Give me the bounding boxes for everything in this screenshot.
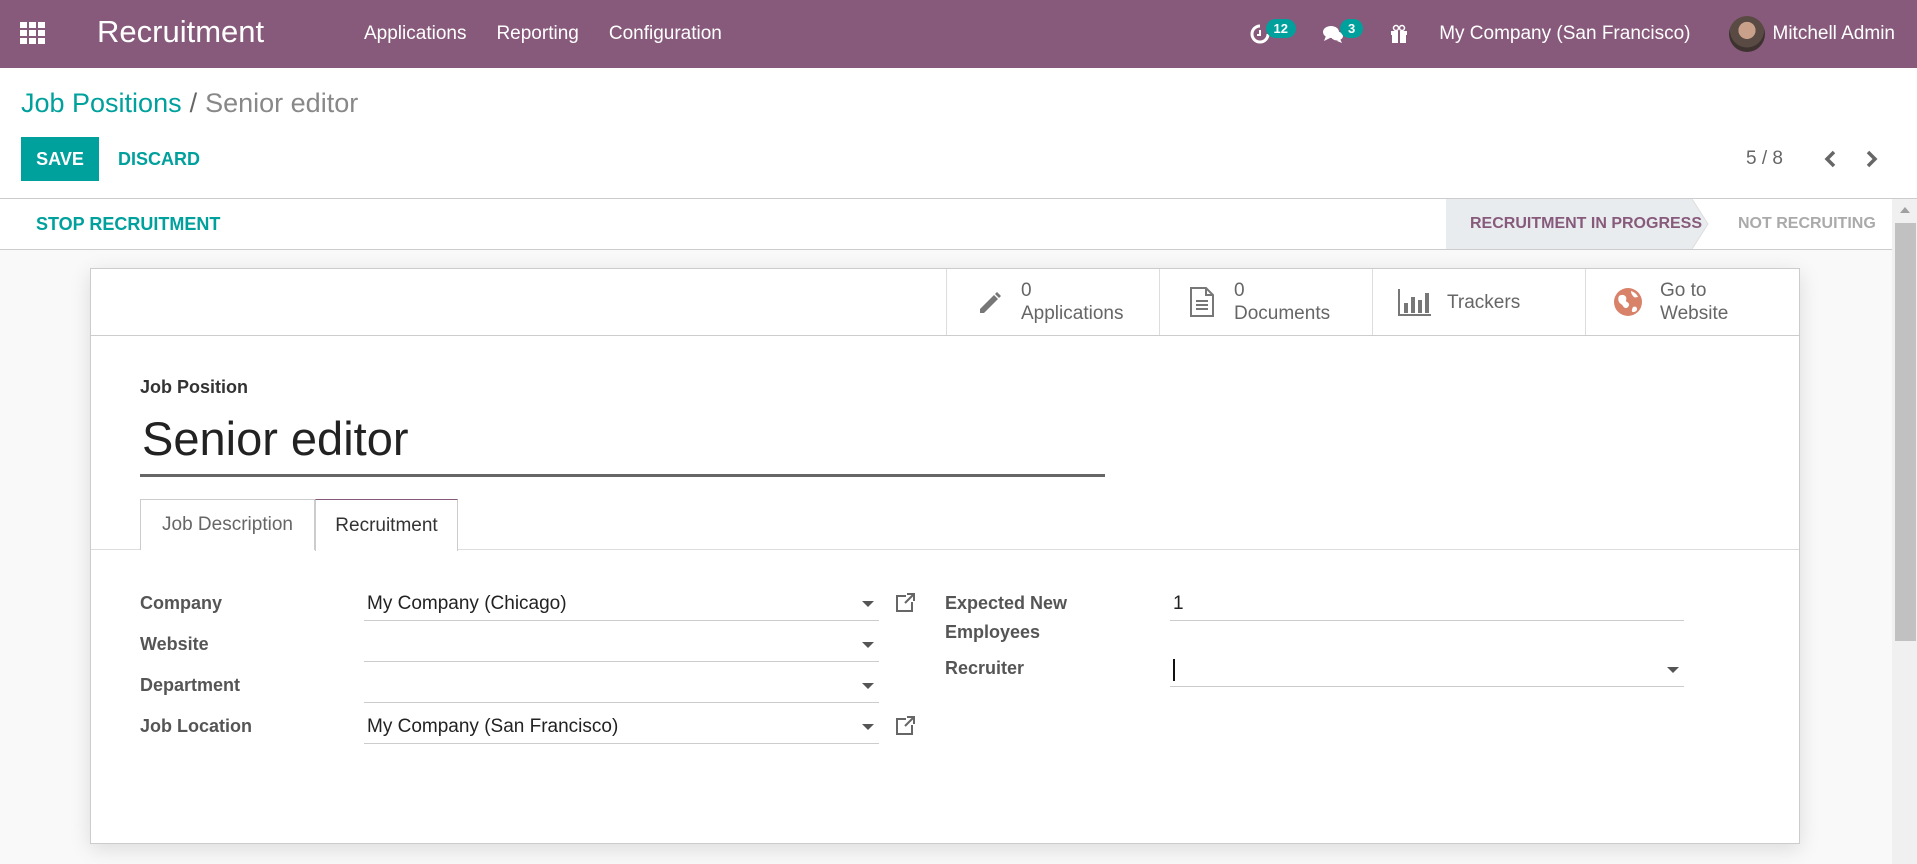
save-button[interactable]: SAVE: [21, 137, 99, 181]
chevron-right-icon: [1866, 150, 1878, 168]
external-link-icon: [896, 593, 915, 612]
department-label: Department: [140, 675, 241, 695]
caret-down-icon[interactable]: [1667, 667, 1679, 673]
company-field[interactable]: My Company (Chicago): [364, 587, 879, 621]
trackers-smart-button[interactable]: Trackers: [1372, 269, 1585, 335]
globe-icon: [1614, 288, 1642, 316]
job-location-external-link-button[interactable]: [894, 715, 916, 737]
breadcrumb-job-positions[interactable]: Job Positions: [21, 88, 182, 118]
pager-next-button[interactable]: [1856, 144, 1886, 174]
website-label: Website: [140, 634, 209, 654]
stage-separator-icon: [1692, 199, 1709, 249]
expected-new-employees-value: 1: [1173, 592, 1184, 614]
caret-down-icon[interactable]: [862, 683, 874, 689]
trackers-label: Trackers: [1447, 291, 1521, 313]
gift-icon: [1391, 24, 1408, 43]
external-link-icon: [896, 716, 915, 735]
recruiter-label: Recruiter: [945, 658, 1025, 678]
tab-recruitment[interactable]: Recruitment: [315, 499, 458, 551]
website-label: Website: [1660, 303, 1729, 324]
activity-badge: 12: [1265, 18, 1296, 38]
app-title[interactable]: Recruitment: [97, 14, 264, 50]
stage-recruitment-in-progress[interactable]: RECRUITMENT IN PROGRESS: [1446, 199, 1708, 249]
activity-button[interactable]: 12: [1250, 18, 1296, 44]
company-switcher[interactable]: My Company (San Francisco): [1439, 23, 1690, 45]
company-label: Company: [140, 593, 223, 613]
website-field[interactable]: [364, 628, 879, 662]
breadcrumb-separator: /: [189, 88, 198, 118]
go-to-label: Go to: [1660, 280, 1707, 301]
documents-count: 0: [1234, 280, 1245, 301]
breadcrumb: Job Positions / Senior editor: [21, 88, 358, 119]
stop-recruitment-button[interactable]: STOP RECRUITMENT: [36, 214, 220, 235]
form-tabs: Job Description Recruitment: [91, 499, 1799, 551]
recruiter-field[interactable]: [1170, 653, 1684, 687]
user-avatar[interactable]: [1728, 16, 1765, 52]
vertical-scrollbar[interactable]: [1892, 199, 1917, 864]
main-menu: Applications Reporting Configuration: [364, 23, 752, 45]
caret-down-icon[interactable]: [862, 642, 874, 648]
caret-down-icon[interactable]: [862, 724, 874, 730]
stage-label: NOT RECRUITING: [1738, 215, 1876, 232]
control-panel: Job Positions / Senior editor SAVE DISCARD…: [0, 68, 1917, 199]
applications-count: 0: [1021, 280, 1032, 301]
company-external-link-button[interactable]: [894, 592, 916, 614]
text-cursor: [1173, 658, 1175, 681]
menu-applications[interactable]: Applications: [364, 23, 466, 45]
apps-menu-icon[interactable]: [20, 22, 46, 46]
pencil-icon: [980, 292, 1001, 313]
documents-label: Documents: [1234, 303, 1331, 324]
applications-label: Applications: [1021, 303, 1124, 324]
applications-smart-button[interactable]: 0 Applications: [946, 269, 1159, 335]
job-position-name-input[interactable]: Senior editor: [142, 411, 409, 466]
caret-down-icon[interactable]: [862, 601, 874, 607]
chevron-left-icon: [1824, 150, 1836, 168]
document-icon: [1190, 287, 1214, 317]
gift-button[interactable]: [1389, 24, 1409, 44]
company-value: My Company (Chicago): [367, 592, 567, 614]
messages-button[interactable]: 3: [1322, 18, 1364, 44]
messages-badge: 3: [1339, 18, 1364, 38]
stage-label: RECRUITMENT IN PROGRESS: [1470, 215, 1703, 232]
job-location-value: My Company (San Francisco): [367, 715, 619, 737]
form-sheet: 0 Applications 0 Documents Trackers Go to W…: [90, 268, 1800, 844]
tab-job-description[interactable]: Job Description: [140, 499, 315, 550]
menu-reporting[interactable]: Reporting: [496, 23, 578, 45]
systray: 12 3 My Company (San Francisco) Mitchell…: [1250, 0, 1917, 68]
scroll-up-arrow-icon[interactable]: [1900, 207, 1910, 213]
expected-new-employees-label: Expected New Employees: [945, 593, 1068, 642]
breadcrumb-current: Senior editor: [205, 88, 359, 118]
title-underline: [140, 474, 1105, 477]
status-bar: STOP RECRUITMENT RECRUITMENT IN PROGRESS…: [0, 199, 1892, 250]
top-navbar: Recruitment Applications Reporting Confi…: [0, 0, 1917, 68]
documents-smart-button[interactable]: 0 Documents: [1159, 269, 1372, 335]
department-field[interactable]: [364, 669, 879, 703]
discard-button[interactable]: DISCARD: [118, 137, 200, 181]
smart-button-box: 0 Applications 0 Documents Trackers Go to W…: [91, 269, 1799, 336]
go-to-website-smart-button[interactable]: Go to Website: [1585, 269, 1798, 335]
stage-not-recruiting[interactable]: NOT RECRUITING: [1738, 199, 1876, 249]
scroll-thumb[interactable]: [1895, 223, 1916, 641]
expected-new-employees-input[interactable]: 1: [1170, 587, 1684, 621]
pager-value[interactable]: 5 / 8: [1746, 148, 1783, 170]
job-location-label: Job Location: [140, 716, 252, 736]
pager-previous-button[interactable]: [1816, 144, 1846, 174]
menu-configuration[interactable]: Configuration: [609, 23, 722, 45]
job-location-field[interactable]: My Company (San Francisco): [364, 710, 879, 744]
bar-chart-icon: [1398, 289, 1431, 316]
job-position-label: Job Position: [140, 377, 248, 397]
user-menu[interactable]: Mitchell Admin: [1773, 23, 1896, 45]
